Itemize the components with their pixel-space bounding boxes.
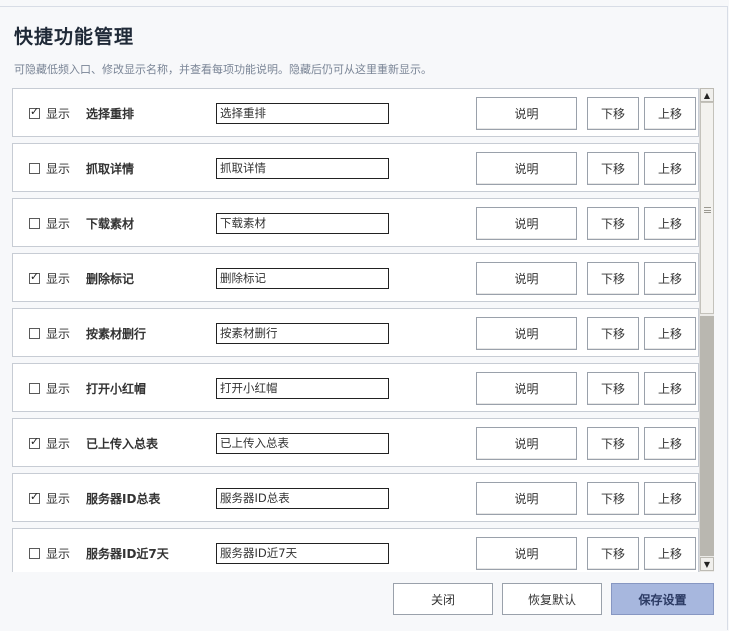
feature-name: 选择重排	[86, 107, 135, 121]
move-down-button[interactable]: 下移	[587, 152, 639, 185]
show-label: 显示	[46, 217, 71, 231]
show-label: 显示	[46, 437, 71, 451]
save-settings-button[interactable]: 保存设置	[611, 583, 714, 615]
description-button[interactable]: 说明	[476, 207, 577, 240]
move-up-button[interactable]: 上移	[644, 537, 696, 570]
show-checkbox[interactable]	[29, 218, 40, 229]
move-down-button[interactable]: 下移	[587, 427, 639, 460]
description-button[interactable]: 说明	[476, 262, 577, 295]
description-button[interactable]: 说明	[476, 152, 577, 185]
display-name-input[interactable]: 已上传入总表	[216, 433, 389, 454]
display-name-input[interactable]: 选择重排	[216, 103, 389, 124]
show-label: 显示	[46, 107, 71, 121]
checkmark-icon: ✓	[30, 490, 40, 503]
show-checkbox[interactable]	[29, 163, 40, 174]
show-label: 显示	[46, 162, 71, 176]
display-name-input[interactable]: 删除标记	[216, 268, 389, 289]
scrollbar-track[interactable]	[700, 316, 714, 556]
show-label: 显示	[46, 547, 71, 561]
show-checkbox[interactable]: ✓	[29, 270, 40, 284]
move-down-button[interactable]: 下移	[587, 262, 639, 295]
display-name-input[interactable]: 抓取详情	[216, 158, 389, 179]
description-button[interactable]: 说明	[476, 427, 577, 460]
feature-name: 已上传入总表	[86, 437, 159, 451]
feature-name: 抓取详情	[86, 162, 135, 176]
scroll-down-arrow-icon[interactable]: ▼	[700, 557, 714, 571]
move-up-button[interactable]: 上移	[644, 207, 696, 240]
move-down-button[interactable]: 下移	[587, 207, 639, 240]
feature-name: 下载素材	[86, 217, 135, 231]
description-button[interactable]: 说明	[476, 482, 577, 515]
move-up-button[interactable]: 上移	[644, 482, 696, 515]
show-checkbox[interactable]	[29, 548, 40, 559]
description-button[interactable]: 说明	[476, 97, 577, 130]
show-checkbox[interactable]: ✓	[29, 490, 40, 504]
dialog-subtitle: 可隐藏低频入口、修改显示名称，并查看每项功能说明。隐藏后仍可从这里重新显示。	[14, 63, 432, 76]
move-down-button[interactable]: 下移	[587, 317, 639, 350]
show-checkbox[interactable]	[29, 328, 40, 339]
feature-name: 打开小红帽	[86, 382, 147, 396]
shortcut-row: 显示 服务器ID近7天 服务器ID近7天 说明 下移 上移	[12, 528, 699, 572]
feature-name: 服务器ID总表	[86, 492, 161, 506]
show-checkbox[interactable]: ✓	[29, 435, 40, 449]
display-name-input[interactable]: 服务器ID近7天	[216, 543, 389, 564]
display-name-input[interactable]: 按素材删行	[216, 323, 389, 344]
display-name-input[interactable]: 打开小红帽	[216, 378, 389, 399]
shortcut-row: ✓ 显示 选择重排 选择重排 说明 下移 上移	[12, 88, 699, 137]
checkmark-icon: ✓	[30, 435, 40, 448]
show-label: 显示	[46, 492, 71, 506]
description-button[interactable]: 说明	[476, 372, 577, 405]
show-checkbox[interactable]: ✓	[29, 105, 40, 119]
move-up-button[interactable]: 上移	[644, 372, 696, 405]
move-up-button[interactable]: 上移	[644, 152, 696, 185]
show-checkbox[interactable]	[29, 383, 40, 394]
shortcut-row: ✓ 显示 删除标记 删除标记 说明 下移 上移	[12, 253, 699, 302]
dialog-title: 快捷功能管理	[14, 26, 135, 48]
description-button[interactable]: 说明	[476, 317, 577, 350]
scrollbar-grip-icon	[704, 207, 711, 213]
move-down-button[interactable]: 下移	[587, 97, 639, 130]
move-up-button[interactable]: 上移	[644, 317, 696, 350]
feature-name: 按素材删行	[86, 327, 147, 341]
move-down-button[interactable]: 下移	[587, 537, 639, 570]
feature-name: 删除标记	[86, 272, 135, 286]
display-name-input[interactable]: 服务器ID总表	[216, 488, 389, 509]
move-down-button[interactable]: 下移	[587, 372, 639, 405]
description-button[interactable]: 说明	[476, 537, 577, 570]
close-button[interactable]: 关闭	[393, 583, 493, 615]
display-name-input[interactable]: 下载素材	[216, 213, 389, 234]
checkmark-icon: ✓	[30, 105, 40, 118]
move-up-button[interactable]: 上移	[644, 427, 696, 460]
restore-defaults-button[interactable]: 恢复默认	[502, 583, 602, 615]
shortcut-row: 显示 下载素材 下载素材 说明 下移 上移	[12, 198, 699, 247]
checkmark-icon: ✓	[30, 270, 40, 283]
scroll-up-arrow-icon[interactable]: ▲	[700, 88, 714, 102]
shortcut-row: ✓ 显示 服务器ID总表 服务器ID总表 说明 下移 上移	[12, 473, 699, 522]
shortcut-list[interactable]: ✓ 显示 选择重排 选择重排 说明 下移 上移 显示 抓取详情 抓取详情 说明 下移 上移 显示 下载素材下…	[12, 88, 714, 572]
scrollbar-thumb[interactable]	[700, 102, 714, 314]
show-label: 显示	[46, 382, 71, 396]
list-scrollbar[interactable]: ▲ ▼	[699, 88, 714, 572]
feature-name: 服务器ID近7天	[86, 547, 169, 561]
shortcut-row: 显示 按素材删行 按素材删行 说明 下移 上移	[12, 308, 699, 357]
show-label: 显示	[46, 272, 71, 286]
shortcut-row: 显示 抓取详情 抓取详情 说明 下移 上移	[12, 143, 699, 192]
move-up-button[interactable]: 上移	[644, 97, 696, 130]
shortcut-row: ✓ 显示 已上传入总表 已上传入总表 说明 下移 上移	[12, 418, 699, 467]
move-down-button[interactable]: 下移	[587, 482, 639, 515]
show-label: 显示	[46, 327, 71, 341]
shortcut-row: 显示 打开小红帽 打开小红帽 说明 下移 上移	[12, 363, 699, 412]
move-up-button[interactable]: 上移	[644, 262, 696, 295]
